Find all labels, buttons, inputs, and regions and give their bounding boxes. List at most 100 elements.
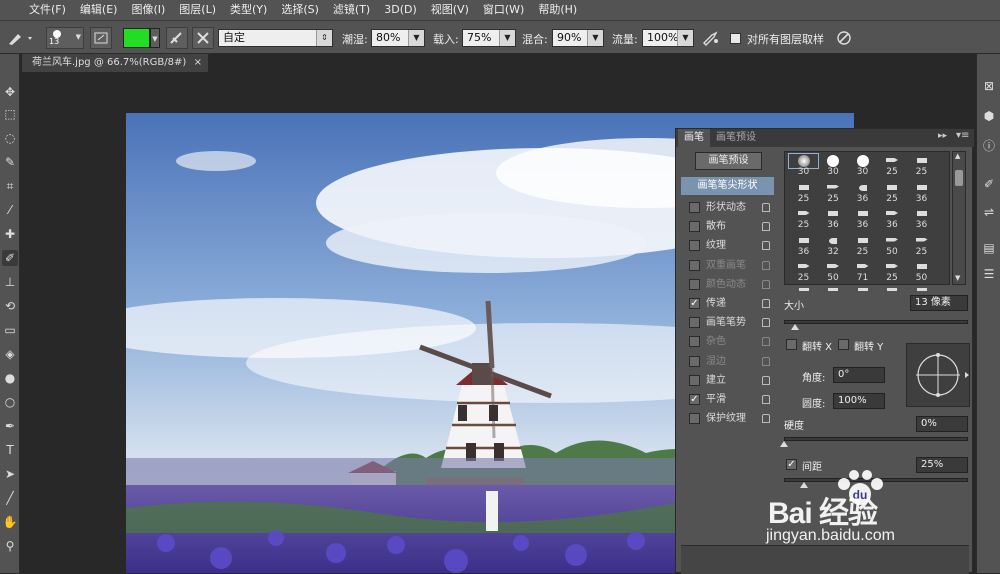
brush-tip-swatch[interactable]: [789, 181, 818, 195]
brush-tip-swatch[interactable]: [848, 181, 877, 195]
brush-option-checkbox[interactable]: [689, 259, 700, 271]
load-brush-button[interactable]: [166, 27, 188, 49]
brush-tip-swatch[interactable]: [789, 234, 818, 248]
dodge-tool-icon[interactable]: ○: [2, 394, 18, 410]
chevron-down-icon[interactable]: ▼: [677, 30, 693, 46]
lock-icon[interactable]: [762, 375, 770, 385]
brush-option-checkbox[interactable]: [689, 374, 700, 386]
chevron-down-icon[interactable]: ▼: [587, 30, 603, 46]
history-brush-tool-icon[interactable]: ⟲: [2, 298, 18, 314]
brush-option-row[interactable]: 双重画笔: [686, 258, 774, 274]
brush-tip-swatch[interactable]: [878, 154, 907, 168]
brush-option-checkbox[interactable]: [689, 413, 700, 425]
brush-tip-grid[interactable]: 30 30 30 25 25 25 25 36 25 36 25 36 36 36 36 36 32 25 50 25…: [784, 151, 950, 291]
brush-option-row[interactable]: 散布: [686, 219, 774, 235]
brush-option-row[interactable]: ✓ 平滑: [686, 392, 774, 408]
info-panel-icon[interactable]: ⓘ: [981, 138, 997, 154]
menu-file[interactable]: 文件(F): [22, 0, 73, 20]
brush-tip-shape-item[interactable]: 画笔笔尖形状: [681, 177, 774, 195]
brush-tip-swatch[interactable]: [819, 154, 848, 168]
brush-option-checkbox[interactable]: [689, 240, 700, 252]
brush-tip-swatch[interactable]: [907, 287, 936, 293]
hardness-field[interactable]: 0%: [916, 416, 968, 432]
size-slider-thumb[interactable]: [791, 324, 799, 330]
marquee-tool-icon[interactable]: ⬚: [2, 106, 18, 122]
spacing-checkbox[interactable]: ✓: [786, 459, 797, 470]
lock-icon[interactable]: [762, 222, 770, 232]
lasso-tool-icon[interactable]: ◌: [2, 130, 18, 146]
brush-option-row[interactable]: ✓ 传递: [686, 296, 774, 312]
brush-panel-dock-icon[interactable]: ✐: [981, 176, 997, 192]
brush-option-row[interactable]: 杂色: [686, 334, 774, 350]
close-tab-icon[interactable]: ×: [194, 54, 202, 72]
brush-tip-swatch[interactable]: [878, 181, 907, 195]
brush-tip-swatch[interactable]: [878, 234, 907, 248]
brush-tool-icon[interactable]: ✐: [2, 250, 18, 266]
menu-help[interactable]: 帮助(H): [531, 0, 584, 20]
lock-icon[interactable]: [762, 241, 770, 251]
brush-tip-swatch[interactable]: [907, 154, 936, 168]
menu-window[interactable]: 窗口(W): [476, 0, 531, 20]
color-dropdown-arrow[interactable]: ▼: [150, 28, 160, 48]
brush-option-row[interactable]: 建立: [686, 373, 774, 389]
tab-brush-presets[interactable]: 画笔预设: [710, 129, 762, 147]
tool-preset-picker[interactable]: [6, 29, 36, 47]
zoom-tool-icon[interactable]: ⚲: [2, 538, 18, 554]
mix-field[interactable]: 90% ▼: [552, 29, 604, 47]
brush-option-checkbox[interactable]: ✓: [689, 298, 700, 309]
lock-icon[interactable]: [762, 414, 770, 424]
type-tool-icon[interactable]: T: [2, 442, 18, 458]
brush-option-row[interactable]: 纹理: [686, 238, 774, 254]
brush-tip-swatch[interactable]: [819, 181, 848, 195]
brush-tip-swatch[interactable]: [907, 181, 936, 195]
collapse-panel-icon[interactable]: ▸▸: [938, 131, 947, 141]
3d-panel-icon[interactable]: ⬢: [981, 108, 997, 124]
adjustments-panel-icon[interactable]: ⇌: [981, 204, 997, 220]
lock-icon[interactable]: [762, 337, 770, 347]
brush-tip-swatch[interactable]: [819, 260, 848, 274]
brush-option-checkbox[interactable]: [689, 355, 700, 367]
menu-edit[interactable]: 编辑(E): [73, 0, 125, 20]
lock-icon[interactable]: [762, 299, 770, 308]
pen-tool-icon[interactable]: ✒: [2, 418, 18, 434]
brush-tip-swatch[interactable]: [789, 287, 818, 293]
eraser-tool-icon[interactable]: ▭: [2, 322, 18, 338]
brush-tip-swatch[interactable]: [848, 260, 877, 274]
brush-option-row[interactable]: 形状动态: [686, 200, 774, 216]
angle-field[interactable]: 0°: [833, 367, 885, 383]
brush-option-checkbox[interactable]: ✓: [689, 394, 700, 405]
layers-panel-icon[interactable]: ▤: [981, 240, 997, 256]
hardness-slider-thumb[interactable]: [780, 441, 788, 447]
hand-tool-icon[interactable]: ✋: [2, 514, 18, 530]
brush-size-picker[interactable]: 13 ▼: [46, 27, 84, 49]
pressure-size-toggle[interactable]: [834, 29, 854, 47]
brush-tip-swatch[interactable]: [819, 287, 848, 293]
eyedropper-tool-icon[interactable]: ⁄: [2, 202, 18, 218]
wet-field[interactable]: 80% ▼: [371, 29, 425, 47]
brush-option-checkbox[interactable]: [689, 317, 700, 329]
color-panel-icon[interactable]: ⊠: [981, 78, 997, 94]
brush-tip-swatch[interactable]: [789, 260, 818, 274]
menu-filter[interactable]: 滤镜(T): [326, 0, 377, 20]
menu-select[interactable]: 选择(S): [274, 0, 326, 20]
blend-mode-select[interactable]: 自定 ⇕: [218, 29, 333, 47]
lock-icon[interactable]: [762, 356, 770, 366]
scroll-down-icon[interactable]: ▼: [955, 274, 960, 282]
clean-brush-button[interactable]: [192, 27, 214, 49]
brush-grid-scrollbar[interactable]: ▲ ▼: [952, 151, 966, 285]
brush-tip-swatch[interactable]: [848, 287, 877, 293]
path-select-tool-icon[interactable]: ➤: [2, 466, 18, 482]
lock-icon[interactable]: [762, 318, 770, 328]
lock-icon[interactable]: [762, 279, 770, 289]
sample-all-layers-checkbox[interactable]: [730, 33, 741, 44]
load-field[interactable]: 75% ▼: [462, 29, 516, 47]
chevron-down-icon[interactable]: ▼: [408, 30, 424, 46]
roundness-field[interactable]: 100%: [833, 393, 885, 409]
current-color-swatch[interactable]: [123, 28, 150, 48]
line-tool-icon[interactable]: ╱: [2, 490, 18, 506]
size-slider[interactable]: [784, 320, 968, 324]
lock-icon[interactable]: [762, 395, 770, 404]
flip-y-checkbox[interactable]: [838, 339, 849, 350]
angle-roundness-widget[interactable]: [906, 343, 970, 407]
quick-select-tool-icon[interactable]: ✎: [2, 154, 18, 170]
